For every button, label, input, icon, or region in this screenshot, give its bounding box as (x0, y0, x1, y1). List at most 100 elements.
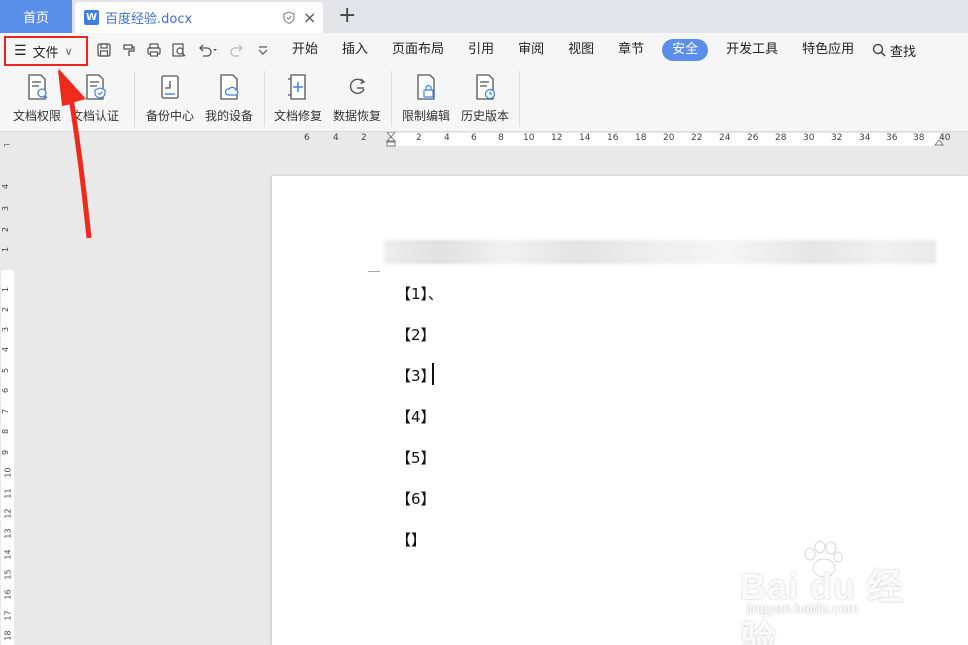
ribbon: ☰ 文件 ∨ 开始 插入 页面布局 引用 审阅 视图 章节 安全 开发工具 特色… (0, 33, 968, 132)
ruler-tick-label: 15 (3, 569, 13, 580)
backup-center-icon (161, 75, 179, 99)
ruler-tick-label: 5 (1, 367, 11, 374)
customize-toolbar-icon[interactable] (254, 41, 272, 59)
blurred-title (384, 240, 936, 264)
shield-icon[interactable] (283, 11, 295, 27)
save-icon[interactable] (95, 41, 113, 59)
ruler-tick-label: 2 (1, 306, 11, 313)
tab-home[interactable]: 首页 (0, 0, 72, 33)
ruler-tick-label: 10 (523, 133, 535, 143)
ruler-tick-label: 3 (1, 205, 11, 212)
document-repair-button[interactable]: 文档修复 (267, 71, 329, 127)
ruler-tick-label: 6 (471, 133, 477, 143)
ruler-tick-label: 12 (551, 133, 563, 143)
text-caret (432, 363, 434, 385)
toolbar-separator (134, 71, 135, 127)
horizontal-ruler[interactable]: 6 4 2 2 4 6 8 10 12 14 16 18 20 22 24 26… (0, 132, 968, 147)
ruler-tick-label: 17 (3, 610, 13, 621)
ruler-tick-label: 1 (1, 286, 11, 293)
ruler-tick-label: 16 (607, 133, 619, 143)
document-certify-icon (86, 74, 106, 100)
ruler-tick-label: 1 (1, 246, 11, 253)
vertical-ruler[interactable]: 4 3 2 1 1 2 3 4 5 6 7 8 9 10 11 12 13 14… (0, 147, 15, 645)
doc-line-5[interactable]: 【5】 (396, 447, 436, 468)
undo-icon[interactable] (196, 41, 220, 59)
ruler-tick-label: 36 (886, 133, 898, 143)
ruler-tick-label: 30 (803, 133, 815, 143)
tab-developer[interactable]: 开发工具 (714, 39, 790, 61)
ruler-tick-label: 18 (3, 630, 13, 641)
doc-line-1[interactable]: 【1】、 (396, 283, 443, 304)
ruler-tick-label: 38 (913, 133, 925, 143)
ruler-tick-label: 24 (719, 133, 731, 143)
version-history-button[interactable]: 历史版本 (454, 71, 516, 127)
version-history-label: 历史版本 (460, 109, 509, 123)
document-permission-icon (28, 74, 48, 100)
ruler-tick-label: 4 (1, 183, 11, 190)
right-indent-marker-icon[interactable] (934, 138, 944, 146)
search-button[interactable]: 查找 (872, 39, 916, 61)
tab-document[interactable]: W 百度经验.docx × (75, 2, 323, 33)
tab-insert[interactable]: 插入 (330, 39, 380, 61)
data-recovery-button[interactable]: 数据恢复 (326, 71, 388, 127)
my-devices-label: 我的设备 (204, 109, 253, 123)
tab-home-label: 首页 (22, 11, 49, 26)
restrict-editing-button[interactable]: 限制编辑 (395, 71, 457, 127)
doc-line-4[interactable]: 【4】 (396, 406, 436, 427)
menu-tabs: 开始 插入 页面布局 引用 审阅 视图 章节 安全 开发工具 特色应用 (280, 39, 866, 61)
ruler-tick-label: 28 (775, 133, 787, 143)
tab-bar: 首页 W 百度经验.docx × + (0, 0, 968, 33)
search-label: 查找 (890, 44, 917, 60)
tab-security[interactable]: 安全 (662, 39, 709, 61)
ruler-tick-label: 8 (1, 428, 11, 435)
format-painter-icon[interactable] (120, 41, 138, 59)
ruler-tick-label: 32 (831, 133, 843, 143)
print-preview-icon[interactable] (170, 41, 188, 59)
data-recovery-icon (349, 78, 366, 95)
tab-document-title: 百度经验.docx (105, 12, 193, 27)
data-recovery-label: 数据恢复 (332, 109, 381, 123)
document-repair-icon (288, 74, 306, 100)
doc-line-3[interactable]: 【3】 (396, 365, 436, 386)
indent-marker-icon[interactable] (386, 132, 396, 147)
ruler-tick-label: 8 (498, 133, 504, 143)
margin-marker (368, 271, 380, 272)
ruler-tick-label: 9 (1, 449, 11, 456)
ruler-tick-label: 2 (361, 133, 367, 143)
tab-review[interactable]: 审阅 (506, 39, 556, 61)
my-devices-button[interactable]: 我的设备 (198, 71, 260, 127)
tab-home-ribbon[interactable]: 开始 (280, 39, 330, 61)
toolbar-separator (391, 71, 392, 127)
ruler-tick-label: 13 (3, 528, 13, 539)
document-certify-button[interactable]: 文档认证 (64, 71, 126, 127)
tab-references[interactable]: 引用 (456, 39, 506, 61)
restrict-editing-label: 限制编辑 (401, 109, 450, 123)
ruler-tick-label: 26 (747, 133, 759, 143)
ruler-tick-label: 12 (3, 508, 13, 519)
search-icon (872, 43, 886, 57)
redo-icon[interactable] (228, 41, 246, 59)
ruler-tick-label: 7 (1, 408, 11, 415)
backup-center-button[interactable]: 备份中心 (139, 71, 201, 127)
close-tab-icon[interactable]: × (303, 8, 316, 27)
print-icon[interactable] (145, 41, 163, 59)
tab-special-apps[interactable]: 特色应用 (790, 39, 866, 61)
ruler-tick-label: 4 (444, 133, 450, 143)
doc-line-7[interactable]: 【】 (396, 529, 426, 550)
toolbar-separator (519, 71, 520, 127)
doc-line-6[interactable]: 【6】 (396, 488, 436, 509)
tab-section[interactable]: 章节 (606, 39, 656, 61)
ruler-tick-label: 11 (3, 488, 13, 499)
tab-page-layout[interactable]: 页面布局 (380, 39, 456, 61)
tab-view[interactable]: 视图 (556, 39, 606, 61)
document-permission-label: 文档权限 (12, 109, 61, 123)
ruler-tick-label: 10 (3, 467, 13, 478)
hamburger-icon: ☰ (14, 43, 27, 59)
ruler-tick-label: 34 (859, 133, 871, 143)
file-menu-button[interactable]: ☰ 文件 ∨ (4, 36, 88, 66)
doc-line-2[interactable]: 【2】 (396, 324, 436, 345)
new-tab-button[interactable]: + (338, 3, 356, 28)
document-permission-button[interactable]: 文档权限 (6, 71, 68, 127)
ruler-tick-label: 22 (691, 133, 703, 143)
ruler-tick-label: 18 (635, 133, 647, 143)
